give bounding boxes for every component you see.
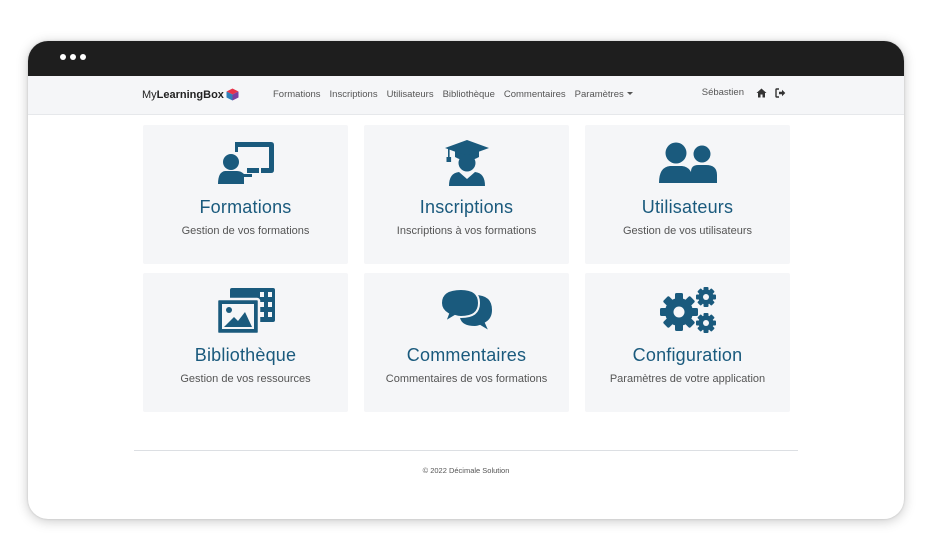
brand-prefix: My <box>142 88 157 101</box>
card-title: Utilisateurs <box>641 197 734 217</box>
graduate-icon <box>444 140 489 186</box>
window-titlebar <box>28 41 904 76</box>
card-configuration[interactable]: Configuration Paramètres de votre applic… <box>585 273 790 412</box>
photo-video-icon <box>215 288 275 335</box>
card-title: Commentaires <box>406 345 527 365</box>
footer-copyright: © 2022 Décimale Solution <box>422 466 510 475</box>
nav-links: Formations Inscriptions Utilisateurs Bib… <box>273 89 633 100</box>
brand-name: LearningBox <box>156 88 224 101</box>
card-description: Gestion de vos utilisateurs <box>622 225 752 237</box>
user-name[interactable]: Sébastien <box>702 87 744 98</box>
card-title: Inscriptions <box>419 197 514 217</box>
cube-logo-icon <box>226 88 239 101</box>
navbar: My LearningBox Formations Inscriptions Ut… <box>28 76 904 115</box>
window-menu-dots[interactable] <box>60 54 86 60</box>
card-bibliotheque[interactable]: Bibliothèque Gestion de vos ressources <box>143 273 348 412</box>
nav-user-area: Sébastien <box>702 87 786 98</box>
card-description: Gestion de vos ressources <box>180 373 311 385</box>
nav-dropdown-label: Paramètres <box>574 89 624 100</box>
home-icon[interactable] <box>756 88 767 98</box>
footer-divider <box>134 450 798 451</box>
card-commentaires[interactable]: Commentaires Commentaires de vos formati… <box>364 273 569 412</box>
cogs-icon <box>659 287 716 333</box>
comments-icon <box>439 288 494 334</box>
card-description: Inscriptions à vos formations <box>396 225 537 237</box>
card-description: Commentaires de vos formations <box>385 373 548 385</box>
nav-dropdown-parametres[interactable]: Paramètres <box>575 89 633 100</box>
sign-out-icon[interactable] <box>775 87 786 98</box>
dot <box>80 54 86 60</box>
brand-logo[interactable]: My LearningBox <box>142 88 239 101</box>
users-icon <box>658 142 717 183</box>
browser-frame: My LearningBox Formations Inscriptions Ut… <box>28 41 904 519</box>
caret-down-icon <box>626 92 633 95</box>
dot <box>60 54 66 60</box>
nav-link-inscriptions[interactable]: Inscriptions <box>330 89 378 100</box>
card-utilisateurs[interactable]: Utilisateurs Gestion de vos utilisateurs <box>585 125 790 264</box>
nav-link-formations[interactable]: Formations <box>273 89 321 100</box>
nav-link-bibliotheque[interactable]: Bibliothèque <box>443 89 495 100</box>
card-inscriptions[interactable]: Inscriptions Inscriptions à vos formatio… <box>364 125 569 264</box>
dot <box>70 54 76 60</box>
card-title: Formations <box>199 197 292 217</box>
card-description: Gestion de vos formations <box>181 225 310 237</box>
card-description: Paramètres de votre application <box>609 373 766 385</box>
chalkboard-teacher-icon <box>217 142 274 184</box>
card-formations[interactable]: Formations Gestion de vos formations <box>143 125 348 264</box>
card-title: Configuration <box>632 345 743 365</box>
nav-link-utilisateurs[interactable]: Utilisateurs <box>387 89 434 100</box>
card-title: Bibliothèque <box>194 345 297 365</box>
nav-link-commentaires[interactable]: Commentaires <box>504 89 566 100</box>
